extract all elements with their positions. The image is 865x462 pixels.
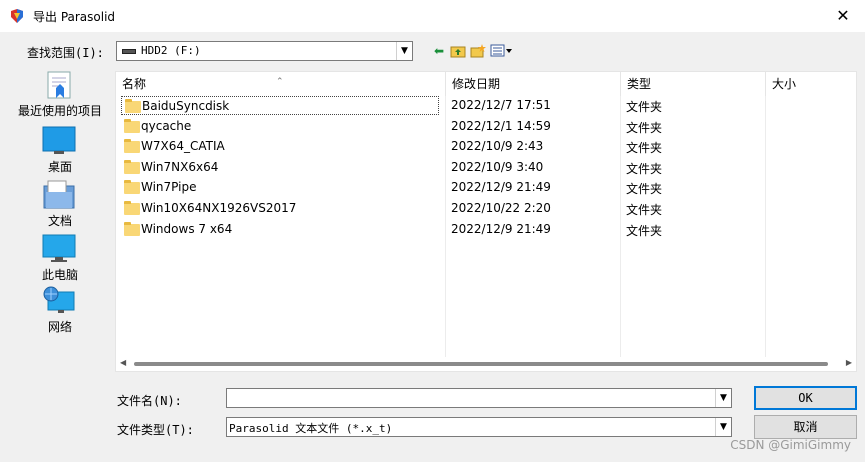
name-box: Win7Pipe xyxy=(121,178,439,197)
folder-icon xyxy=(124,119,140,133)
name-focus-box: BaiduSyncdisk xyxy=(121,96,439,115)
file-type: 文件夹 xyxy=(626,182,663,196)
file-name: W7X64_CATIA xyxy=(141,139,225,153)
place-documents[interactable]: 文档 xyxy=(10,180,110,232)
file-date: 2022/12/1 14:59 xyxy=(451,119,551,133)
name-box: qycache xyxy=(121,117,439,136)
ok-button[interactable]: OK xyxy=(754,386,857,410)
file-list[interactable]: 名称 ⌃ 修改日期 类型 大小 BaiduSyncdisk 2022/12/7 … xyxy=(115,71,857,372)
file-type: 文件夹 xyxy=(626,100,663,114)
window-title: 导出 Parasolid xyxy=(33,10,116,24)
file-type: 文件夹 xyxy=(626,162,663,176)
name-box: Win10X64NX1926VS2017 xyxy=(121,199,439,218)
file-row[interactable]: Win7NX6x64 2022/10/9 3:40 文件夹 xyxy=(116,158,856,178)
desktop-icon xyxy=(42,126,76,154)
filetype-select[interactable]: Parasolid 文本文件 (*.x_t) ▼ xyxy=(226,417,732,437)
column-header-label: 大小 xyxy=(772,77,797,91)
watermark: CSDN @GimiGimmy xyxy=(730,438,851,452)
file-date: 2022/10/22 2:20 xyxy=(451,201,551,215)
title-bar: 导出 Parasolid ✕ xyxy=(0,0,865,32)
filename-input[interactable]: ▼ xyxy=(226,388,732,408)
documents-icon xyxy=(43,180,75,209)
horizontal-scrollbar[interactable]: ◀ ▶ xyxy=(116,357,856,371)
file-name: qycache xyxy=(141,119,192,133)
folder-icon xyxy=(124,160,140,174)
filetype-label: 文件类型(T): xyxy=(117,423,194,437)
file-date: 2022/10/9 3:40 xyxy=(451,160,544,174)
folder-icon xyxy=(125,99,141,113)
lookin-combobox[interactable]: HDD2 (F:) ▼ xyxy=(116,41,413,61)
column-header-label: 类型 xyxy=(627,77,652,91)
recent-items-icon xyxy=(47,71,71,99)
filename-label: 文件名(N): xyxy=(117,394,182,408)
column-header-label: 名称 xyxy=(122,77,147,91)
sort-ascending-icon: ⌃ xyxy=(276,77,284,87)
filetype-value: Parasolid 文本文件 (*.x_t) xyxy=(229,422,393,435)
file-date: 2022/12/9 21:49 xyxy=(451,180,551,194)
column-header-date[interactable]: 修改日期 xyxy=(446,72,621,96)
place-desktop[interactable]: 桌面 xyxy=(10,126,110,178)
file-date: 2022/12/9 21:49 xyxy=(451,222,551,236)
file-row[interactable]: Windows 7 x64 2022/12/9 21:49 文件夹 xyxy=(116,220,856,240)
back-arrow-icon[interactable]: ⬅ xyxy=(431,43,447,59)
scroll-right-icon[interactable]: ▶ xyxy=(846,358,852,367)
file-name: Windows 7 x64 xyxy=(141,222,233,236)
place-recent[interactable]: 最近使用的项目 xyxy=(10,70,110,122)
place-label: 此电脑 xyxy=(41,268,78,282)
column-header-name[interactable]: 名称 ⌃ xyxy=(116,72,446,96)
parasolid-app-icon xyxy=(11,9,23,23)
folder-icon xyxy=(124,180,140,194)
view-menu-icon[interactable] xyxy=(490,43,514,59)
file-row[interactable]: qycache 2022/12/1 14:59 文件夹 xyxy=(116,117,856,137)
column-header-size[interactable]: 大小 xyxy=(766,72,856,96)
cancel-button[interactable]: 取消 xyxy=(754,415,857,439)
lookin-label: 查找范围(I): xyxy=(27,46,104,60)
file-date: 2022/10/9 2:43 xyxy=(451,139,544,153)
name-box: W7X64_CATIA xyxy=(121,137,439,156)
file-type: 文件夹 xyxy=(626,141,663,155)
place-network[interactable]: 网络 xyxy=(10,286,110,338)
folder-icon xyxy=(124,201,140,215)
lookin-value: HDD2 (F:) xyxy=(141,44,201,57)
file-type: 文件夹 xyxy=(626,224,663,238)
name-box: Win7NX6x64 xyxy=(121,158,439,177)
close-button[interactable]: ✕ xyxy=(829,4,857,28)
place-this-pc[interactable]: 此电脑 xyxy=(10,234,110,286)
scrollbar-thumb[interactable] xyxy=(134,362,828,366)
file-row[interactable]: Win10X64NX1926VS2017 2022/10/22 2:20 文件夹 xyxy=(116,199,856,219)
this-pc-icon xyxy=(42,234,76,262)
chevron-down-icon[interactable]: ▼ xyxy=(715,389,731,407)
chevron-down-icon[interactable]: ▼ xyxy=(396,42,412,60)
file-type: 文件夹 xyxy=(626,121,663,135)
column-header-label: 修改日期 xyxy=(452,77,501,91)
place-label: 桌面 xyxy=(47,160,72,174)
scroll-left-icon[interactable]: ◀ xyxy=(120,358,126,367)
place-label: 网络 xyxy=(47,320,72,334)
chevron-down-icon[interactable]: ▼ xyxy=(715,418,731,436)
folder-icon xyxy=(124,222,140,236)
network-icon xyxy=(43,286,75,313)
file-row[interactable]: Win7Pipe 2022/12/9 21:49 文件夹 xyxy=(116,178,856,198)
file-type: 文件夹 xyxy=(626,203,663,217)
file-name: BaiduSyncdisk xyxy=(142,99,230,113)
file-name: Win7Pipe xyxy=(141,180,197,194)
file-name: Win10X64NX1926VS2017 xyxy=(141,201,297,215)
up-folder-icon[interactable] xyxy=(450,43,466,59)
column-header-type[interactable]: 类型 xyxy=(621,72,766,96)
place-label: 文档 xyxy=(47,214,72,228)
file-row[interactable]: BaiduSyncdisk 2022/12/7 17:51 文件夹 xyxy=(116,96,856,116)
file-name: Win7NX6x64 xyxy=(141,160,219,174)
folder-icon xyxy=(124,139,140,153)
file-date: 2022/12/7 17:51 xyxy=(451,98,551,112)
drive-icon xyxy=(122,49,136,54)
name-box: Windows 7 x64 xyxy=(121,220,439,239)
new-folder-icon[interactable] xyxy=(470,43,486,59)
place-label: 最近使用的项目 xyxy=(17,104,102,118)
file-row[interactable]: W7X64_CATIA 2022/10/9 2:43 文件夹 xyxy=(116,137,856,157)
